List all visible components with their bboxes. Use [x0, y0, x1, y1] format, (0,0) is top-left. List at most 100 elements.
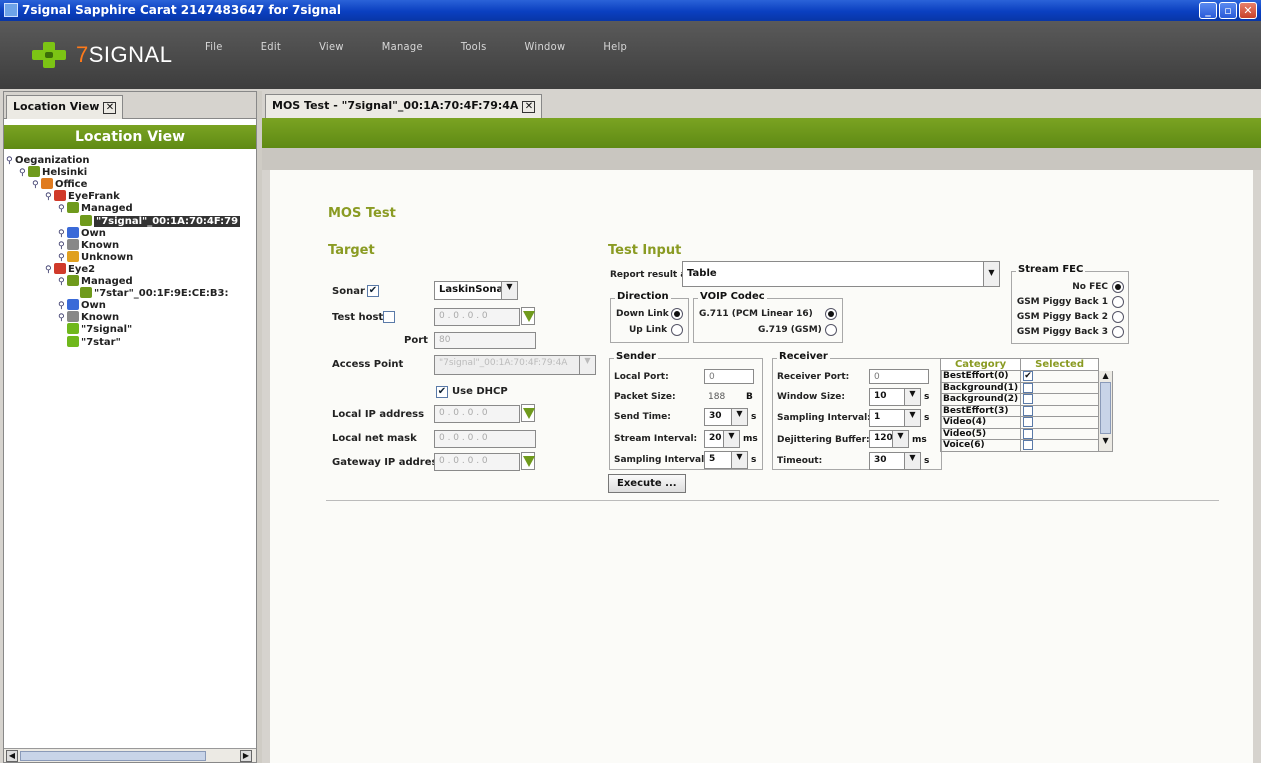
- horizontal-scrollbar[interactable]: ◀ ▶: [4, 748, 256, 762]
- tree-node[interactable]: ⚲ Managed: [58, 202, 133, 215]
- expand-toggle-icon[interactable]: ⚲: [58, 203, 67, 216]
- sonar-checkbox[interactable]: ✔: [367, 285, 379, 297]
- test-host-ip-field[interactable]: 0 . 0 . 0 . 0: [434, 308, 520, 326]
- fec-option-0-radio[interactable]: [1112, 281, 1124, 293]
- tree-node[interactable]: "7star": [58, 335, 121, 349]
- selected-cell[interactable]: [1020, 427, 1100, 440]
- menu-window[interactable]: Window: [525, 40, 566, 53]
- tree-node[interactable]: ⚲ Helsinki: [19, 166, 87, 179]
- tree-node[interactable]: ⚲ Unknown: [58, 250, 133, 264]
- category-checkbox[interactable]: ✔: [1023, 371, 1034, 381]
- execute-button[interactable]: Execute ...: [608, 474, 686, 493]
- table-row[interactable]: Video(5): [939, 427, 1113, 440]
- down-link-radio[interactable]: [671, 308, 683, 320]
- fec-option-2-radio[interactable]: [1112, 311, 1124, 323]
- table-row[interactable]: Video(4): [939, 416, 1113, 429]
- close-tab-icon[interactable]: ✕: [522, 101, 536, 113]
- g711-radio[interactable]: [825, 308, 837, 320]
- up-link-radio[interactable]: [671, 324, 683, 336]
- report-select[interactable]: Table ▼: [682, 261, 1000, 287]
- category-checkbox[interactable]: [1023, 417, 1034, 427]
- tab-location-view[interactable]: Location View ✕: [6, 95, 124, 119]
- category-checkbox[interactable]: [1023, 382, 1034, 393]
- tree-node[interactable]: ⚲ Known: [58, 311, 119, 324]
- scroll-left-icon[interactable]: ◀: [6, 750, 18, 762]
- expand-toggle-icon[interactable]: ⚲: [6, 155, 15, 168]
- category-checkbox[interactable]: [1023, 440, 1034, 450]
- table-row[interactable]: BestEffort(3): [939, 404, 1113, 417]
- local-ip-field[interactable]: 0 . 0 . 0 . 0: [434, 405, 520, 423]
- minimize-button[interactable]: _: [1199, 2, 1217, 19]
- table-row[interactable]: Voice(6): [939, 439, 1113, 452]
- tree-node[interactable]: ⚲ Own: [58, 226, 106, 240]
- selected-cell[interactable]: [1020, 381, 1100, 394]
- close-tab-icon[interactable]: ✕: [103, 102, 117, 114]
- category-checkbox[interactable]: [1023, 405, 1034, 416]
- tab-mos-test[interactable]: MOS Test - "7signal"_00:1A:70:4F:79:4A ✕: [265, 94, 543, 118]
- table-scrollbar[interactable]: ▲ ▼: [1098, 370, 1114, 452]
- expand-toggle-icon[interactable]: ⚲: [19, 167, 28, 180]
- dejitter-select[interactable]: 120 ▼: [869, 430, 909, 448]
- receiver-sampling-select[interactable]: 1 ▼: [869, 409, 921, 427]
- selected-cell[interactable]: [1020, 404, 1100, 417]
- g719-radio[interactable]: [825, 324, 837, 336]
- selected-cell[interactable]: [1020, 416, 1100, 429]
- local-mask-field[interactable]: 0 . 0 . 0 . 0: [434, 430, 536, 448]
- tree-node[interactable]: "7signal": [58, 323, 132, 336]
- menu-manage[interactable]: Manage: [382, 40, 423, 53]
- menu-view[interactable]: View: [319, 40, 344, 53]
- expand-toggle-icon[interactable]: ⚲: [58, 276, 67, 289]
- gateway-field[interactable]: 0 . 0 . 0 . 0: [434, 453, 520, 471]
- window-size-select[interactable]: 10 ▼: [869, 388, 921, 406]
- gateway-verify-icon[interactable]: [521, 452, 535, 470]
- tree-node[interactable]: ⚲ Own: [58, 299, 106, 312]
- tree-node[interactable]: ⚲ Eye2: [45, 262, 95, 277]
- timeout-select[interactable]: 30 ▼: [869, 452, 921, 470]
- use-dhcp-checkbox[interactable]: ✔: [436, 386, 448, 398]
- expand-toggle-icon[interactable]: ⚲: [32, 179, 41, 192]
- tree-node[interactable]: "7star"_00:1F:9E:CE:B3:: [71, 287, 228, 300]
- tree-node[interactable]: ⚲ Oeganization: [6, 154, 90, 167]
- close-window-button[interactable]: ✕: [1239, 2, 1257, 19]
- menu-file[interactable]: File: [205, 40, 223, 53]
- selected-cell[interactable]: [1020, 393, 1100, 406]
- local-port-field[interactable]: 0: [704, 369, 754, 384]
- tree-node[interactable]: ⚲ Office: [32, 178, 87, 191]
- table-row[interactable]: Background(1): [939, 381, 1113, 394]
- menu-help[interactable]: Help: [603, 40, 627, 53]
- test-host-checkbox[interactable]: [383, 311, 395, 323]
- sender-sampling-select[interactable]: 5 ▼: [704, 451, 748, 469]
- sender-sampling-unit: s: [751, 455, 757, 465]
- scroll-up-icon[interactable]: ▲: [1099, 371, 1112, 380]
- fec-option-3-radio[interactable]: [1112, 326, 1124, 338]
- menu-edit[interactable]: Edit: [261, 40, 281, 53]
- menu-tools[interactable]: Tools: [461, 40, 487, 53]
- tree-node[interactable]: "7signal"_00:1A:70:4F:79: [71, 214, 241, 228]
- table-row[interactable]: BestEffort(0) ✔ ▲ ▼: [939, 370, 1114, 452]
- send-time-select[interactable]: 30 ▼: [704, 408, 748, 426]
- tree-node[interactable]: ⚲ Managed: [58, 275, 133, 288]
- port-field[interactable]: 80: [434, 332, 536, 349]
- selected-cell[interactable]: [1020, 439, 1100, 452]
- scroll-down-icon[interactable]: ▼: [1099, 436, 1112, 445]
- scroll-thumb[interactable]: [1100, 382, 1112, 434]
- table-row[interactable]: Background(2): [939, 393, 1113, 406]
- stream-interval-select[interactable]: 20 ▼: [704, 430, 740, 448]
- receiver-port-field[interactable]: 0: [869, 369, 929, 384]
- category-checkbox[interactable]: [1023, 394, 1034, 404]
- tree-node[interactable]: ⚲ EyeFrank: [45, 190, 120, 203]
- category-checkbox[interactable]: [1023, 428, 1034, 439]
- scroll-right-icon[interactable]: ▶: [240, 750, 252, 762]
- scroll-thumb[interactable]: [20, 751, 206, 761]
- fec-option-1-radio[interactable]: [1112, 296, 1124, 308]
- tree-node[interactable]: ⚲ Known: [58, 238, 119, 252]
- expand-toggle-icon[interactable]: ⚲: [45, 264, 54, 277]
- fec-group: Stream FEC No FEC GSM Piggy Back 1 GSM P…: [1011, 264, 1129, 344]
- maximize-button[interactable]: ▫: [1219, 2, 1237, 19]
- sonar-select[interactable]: LaskinSonar ▼: [434, 281, 518, 300]
- selected-cell[interactable]: ✔: [1020, 370, 1100, 383]
- test-host-verify-icon[interactable]: [521, 307, 535, 325]
- access-point-select[interactable]: "7signal"_00:1A:70:4F:79:4A ▼: [434, 355, 596, 375]
- local-ip-verify-icon[interactable]: [521, 404, 535, 422]
- expand-toggle-icon[interactable]: ⚲: [45, 191, 54, 204]
